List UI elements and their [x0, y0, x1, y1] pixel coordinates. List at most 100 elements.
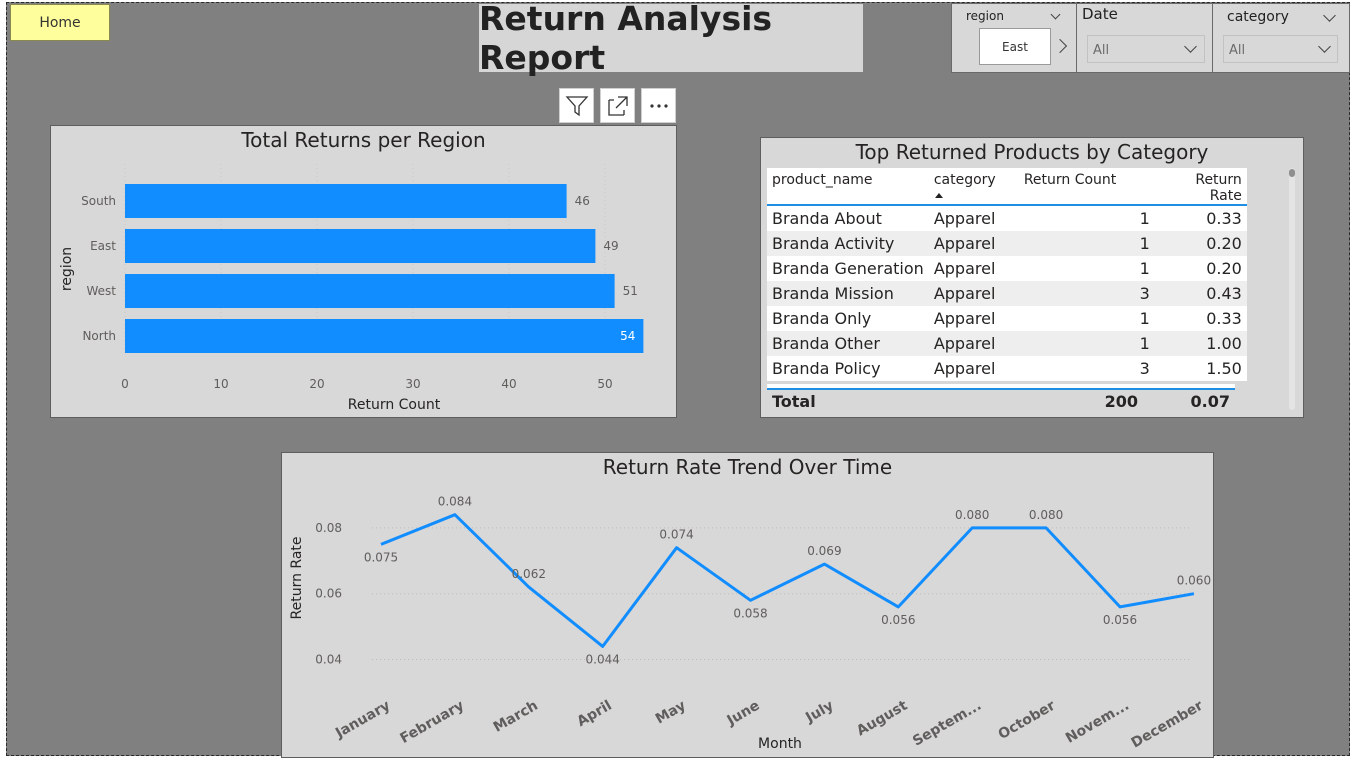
chevron-down-icon: [1184, 40, 1197, 53]
total-return-rate: 0.07: [1190, 392, 1230, 411]
chevron-right-icon[interactable]: [1052, 38, 1068, 54]
return-rate-trend-visual[interactable]: Return Rate Trend Over Time 0.04 0.06 0.08…: [281, 452, 1214, 758]
cell-category: Apparel: [928, 281, 1019, 306]
cell-return-rate: 0.20: [1154, 256, 1247, 281]
line-data-label: 0.080: [955, 508, 989, 522]
x-tick-label: 20: [309, 377, 324, 391]
cell-category: Apparel: [928, 306, 1019, 331]
x-tick-label: October: [996, 698, 1059, 743]
table-scrollbar-thumb[interactable]: [1289, 169, 1295, 177]
cell-product-name: Branda About: [767, 205, 929, 231]
filter-icon: [565, 95, 588, 116]
chevron-down-icon: [1318, 40, 1331, 53]
table-scrollbar[interactable]: [1289, 168, 1295, 410]
line-chart-ylabel: Return Rate: [289, 536, 305, 619]
x-tick-label: July: [802, 698, 836, 727]
bar-chart-ylabel: region: [59, 247, 75, 291]
line-chart-svg: 0.04 0.06 0.08 0.075 January 0.084 February 0.…: [289, 495, 1211, 752]
line-data-label: 0.062: [512, 567, 546, 581]
column-header-return-rate[interactable]: Return Rate: [1154, 168, 1247, 206]
table-row[interactable]: Branda Policy Apparel 3 1.50: [767, 356, 1247, 381]
table-row[interactable]: Branda About Apparel 1 0.33: [767, 205, 1247, 231]
x-tick-label: March: [491, 698, 541, 736]
x-tick-label: January: [332, 698, 393, 742]
filter-button[interactable]: [559, 88, 594, 123]
x-tick-label: 50: [597, 377, 612, 391]
line-data-label: 0.056: [1103, 613, 1137, 627]
x-tick-label: Septem...: [910, 698, 984, 750]
cell-return-rate: 0.20: [1154, 231, 1247, 256]
table-title: Top Returned Products by Category: [855, 140, 1209, 164]
total-return-count: 200: [1104, 392, 1138, 411]
x-tick-label: June: [724, 698, 763, 730]
x-tick-label: April: [574, 698, 614, 731]
cell-return-count: 3: [1018, 356, 1155, 381]
home-button[interactable]: Home: [10, 4, 110, 41]
x-tick-label: 10: [213, 377, 228, 391]
chevron-down-icon[interactable]: [1050, 9, 1061, 20]
table-row[interactable]: Branda Mission Apparel 3 0.43: [767, 281, 1247, 306]
y-tick-label: North: [82, 329, 116, 343]
cell-return-count: 1: [1018, 205, 1155, 231]
focus-mode-button[interactable]: [600, 88, 635, 123]
cell-return-count: 1: [1018, 231, 1155, 256]
category-dropdown[interactable]: All: [1223, 35, 1338, 63]
cell-category: Apparel: [928, 205, 1019, 231]
x-tick-label: 30: [405, 377, 420, 391]
table-row[interactable]: Branda Only Apparel 1 0.33: [767, 306, 1247, 331]
cell-category: Apparel: [928, 356, 1019, 381]
line-data-label: 0.044: [586, 652, 620, 666]
region-selected-value: East: [1002, 39, 1028, 54]
cell-product-name: Branda Only: [767, 306, 929, 331]
sort-ascending-icon: [934, 193, 943, 198]
date-slicer-title: Date: [1082, 5, 1118, 23]
returns-per-region-visual[interactable]: Total Returns per Region 0 10 20 30 40 50 Sou…: [50, 125, 677, 418]
table-row[interactable]: Branda Activity Apparel 1 0.20: [767, 231, 1247, 256]
more-options-button[interactable]: [641, 88, 676, 123]
x-tick-label: August: [854, 697, 911, 739]
x-tick-label: 0: [121, 377, 129, 391]
cell-return-count: 1: [1018, 306, 1155, 331]
bar-data-label: 46: [575, 194, 590, 208]
column-header-return-count[interactable]: Return Count: [1018, 168, 1155, 206]
y-tick-label: East: [90, 239, 116, 253]
bar-data-label: 51: [623, 284, 638, 298]
cell-return-rate: 0.33: [1154, 205, 1247, 231]
return-rate-series-line: [380, 513, 1195, 648]
chevron-down-icon[interactable]: [1323, 9, 1336, 22]
line-chart-xlabel: Month: [758, 736, 802, 752]
line-data-label: 0.058: [733, 606, 767, 620]
line-data-label: 0.074: [659, 528, 693, 542]
table-row[interactable]: Branda Generation Apparel 1 0.20: [767, 256, 1247, 281]
cell-return-rate: 1.50: [1154, 356, 1247, 381]
bar-data-label: 49: [603, 239, 618, 253]
category-slicer-title: category: [1227, 9, 1289, 25]
focus-mode-icon: [607, 95, 628, 116]
cell-return-rate: 0.33: [1154, 306, 1247, 331]
y-tick-label: South: [81, 194, 116, 208]
region-selected-tile[interactable]: East: [979, 28, 1051, 65]
products-table: product_name category Return Count Retur…: [767, 168, 1247, 381]
line-data-label: 0.080: [1029, 508, 1063, 522]
cell-return-rate: 0.43: [1154, 281, 1247, 306]
bar-south: [125, 184, 567, 218]
y-tick-label: West: [86, 284, 116, 298]
top-returned-products-visual[interactable]: Top Returned Products by Category produc…: [760, 137, 1304, 418]
bar-west: [125, 274, 615, 308]
line-data-label: 0.060: [1177, 574, 1211, 588]
total-label: Total: [772, 392, 816, 411]
x-tick-label: Novem...: [1063, 698, 1132, 747]
column-header-product-name[interactable]: product_name: [767, 168, 929, 206]
x-tick-label: December: [1129, 698, 1206, 752]
region-slicer-title: region: [966, 9, 1004, 23]
table-row[interactable]: Branda Other Apparel 1 1.00: [767, 331, 1247, 356]
y-tick-label: 0.08: [315, 521, 342, 535]
table-total-row: Total 200 0.07: [767, 390, 1235, 416]
bar-chart-xlabel: Return Count: [348, 397, 441, 413]
date-dropdown[interactable]: All: [1087, 35, 1205, 63]
cell-product-name: Branda Policy: [767, 356, 929, 381]
column-header-category[interactable]: category: [928, 168, 1019, 206]
line-data-label: 0.069: [807, 544, 841, 558]
date-dropdown-value: All: [1093, 43, 1110, 58]
cell-product-name: Branda Other: [767, 331, 929, 356]
